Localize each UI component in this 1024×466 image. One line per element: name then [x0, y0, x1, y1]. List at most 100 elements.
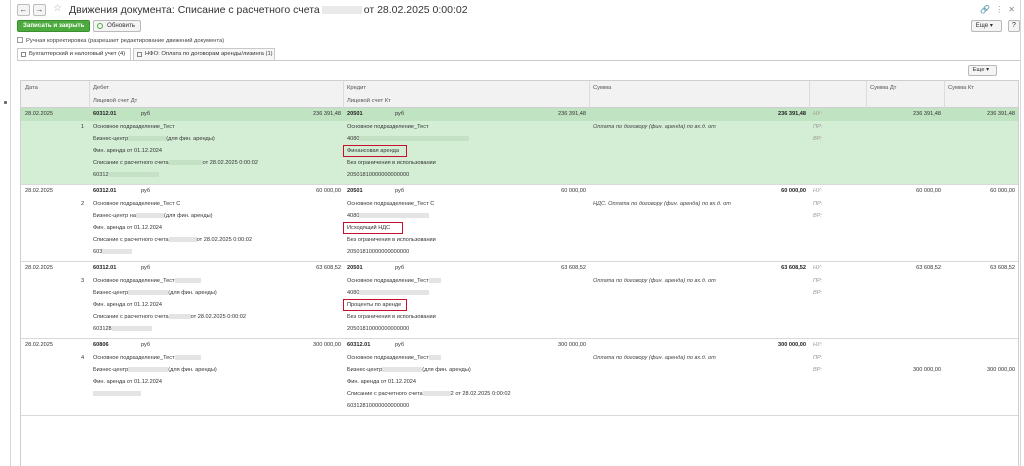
cell-debit-subconto: Бизнес-центр (для фин. аренды) [93, 136, 215, 143]
cell-debit-subconto: Фин. аренда от 01.12.2024 [93, 225, 163, 231]
cell-sum: 236 391,48 [778, 111, 806, 117]
text: Бизнес-центр [93, 290, 129, 296]
tab-divider [17, 60, 1020, 61]
favorite-star-icon[interactable]: ☆ [53, 3, 62, 15]
text: Бизнес-центр на [93, 213, 136, 219]
cell-pr: ПР: [813, 124, 823, 130]
text: 603128 [93, 326, 112, 332]
more-button[interactable]: Еще ▾ [970, 20, 1002, 32]
refresh-button[interactable]: Обновить [93, 20, 142, 32]
table-header: Дата Дебет Лицевой счет Дт Кредит Лицево… [21, 81, 1018, 108]
text: Основное подразделение_Тест [347, 278, 429, 284]
cell-credit-subconto: 20501810000000000000 [347, 326, 410, 332]
cell-credit-amount: 236 391,48 [558, 111, 586, 117]
cell-debit-currency: руб [141, 265, 151, 271]
cell-line-number: 2 [81, 201, 85, 207]
tab-nfo-lease[interactable]: НФО: Оплата по договорам аренды/лизинга … [133, 48, 275, 60]
col-debit-sub[interactable]: Лицевой счет Дт [93, 98, 137, 104]
cell-debit-currency: руб [141, 188, 151, 194]
text: 60312 [93, 172, 109, 178]
cell-date: 28.02.2025 [25, 188, 53, 194]
cell-vr: ВР: [813, 136, 822, 142]
text: Списание с расчетного счета [347, 391, 423, 397]
table-row[interactable]: 28.02.2025 60312.01 руб 60 000,00 20501 … [21, 185, 1018, 262]
window-actions: 🔗⋮✕ [980, 4, 1020, 16]
text: Списание с расчетного счета [93, 160, 169, 166]
close-icon[interactable]: ✕ [1008, 5, 1020, 14]
col-sum-dt[interactable]: Сумма Дт [870, 85, 896, 91]
toolbar: Записать и закрыть Обновить Еще ▾ ? [17, 20, 1020, 34]
table-row[interactable]: 28.02.2025 60312.01 руб 236 391,48 20501… [21, 108, 1018, 185]
table-row[interactable]: 28.02.2025 60806 руб 300 000,00 60312.01… [21, 339, 1018, 416]
register-icon [137, 52, 142, 57]
cell-debit-subconto: Фин. аренда от 01.12.2024 [93, 302, 163, 308]
col-sum-kt[interactable]: Сумма Кт [948, 85, 974, 91]
tab-label: НФО: Оплата по договорам аренды/лизинга … [145, 51, 273, 57]
cell-credit-currency: руб [395, 342, 405, 348]
highlight-box [343, 222, 403, 234]
cell-vr: ВР: [813, 367, 822, 373]
tab-label: Бухгалтерский и налоговый учет (4) [29, 51, 126, 57]
text: 4080 [347, 290, 360, 296]
cell-debit-subconto: Бизнес-центр (для фин. аренды) [93, 367, 217, 374]
cell-date: 28.02.2025 [25, 265, 53, 271]
cell-credit-subconto: Основное подразделение_Тест [347, 355, 441, 362]
cell-debit-amount: 63 608,52 [316, 265, 341, 271]
table-more-button[interactable]: Еще ▾ [967, 65, 997, 76]
cell-sum: 60 000,00 [781, 188, 806, 194]
cell-credit-subconto: Основное подразделение_Тест [347, 124, 429, 130]
cell-credit-subconto: Без ограничения в использовании [347, 314, 436, 320]
cell-credit-subconto: 4080 [347, 213, 430, 220]
help-button[interactable]: ? [1008, 20, 1020, 32]
text: Бизнес-центр [93, 367, 129, 373]
manual-edit-checkbox[interactable] [17, 37, 23, 44]
postings-table: Дата Дебет Лицевой счет Дт Кредит Лицево… [20, 80, 1019, 466]
link-icon[interactable]: 🔗 [980, 5, 995, 14]
more-vertical-icon[interactable]: ⋮ [995, 5, 1008, 14]
cell-date: 28.02.2025 [25, 111, 53, 117]
cell-pr: ПР: [813, 355, 823, 361]
cell-debit-account: 60312.01 [93, 265, 117, 271]
text: (для фин. аренды) [166, 136, 215, 142]
panel-handle-icon[interactable] [4, 101, 7, 104]
cell-sum: 63 608,52 [781, 265, 806, 271]
col-sum[interactable]: Сумма [593, 85, 611, 91]
highlight-box [343, 145, 407, 157]
col-credit[interactable]: Кредит [347, 85, 366, 91]
cell-vr: ВР: [813, 213, 822, 219]
cell-debit-currency: руб [141, 342, 151, 348]
table-row[interactable]: 28.02.2025 60312.01 руб 63 608,52 20501 … [21, 262, 1018, 339]
cell-debit-account: 60312.01 [93, 111, 117, 117]
cell-credit-subconto: 4080 [347, 290, 430, 297]
cell-sum-kt: 300 000,00 [987, 367, 1015, 373]
highlight-box [343, 299, 407, 311]
cell-nu: НУ: [813, 265, 823, 271]
cell-pr: ПР: [813, 201, 823, 207]
cell-line-number: 3 [81, 278, 85, 284]
cell-debit-subconto: Списание с расчетного счета от 28.02.2025… [93, 314, 246, 321]
cell-date: 28.02.2025 [25, 342, 53, 348]
cell-content: Оплата по договору (фин. аренда) по вх.д… [593, 355, 716, 361]
text: (для фин. аренды) [422, 367, 471, 373]
cell-nu: НУ: [813, 188, 823, 194]
manual-edit-label: Ручная корректировка (разрешает редактир… [26, 38, 225, 44]
cell-credit-subconto: Списание с расчетного счета 2 от 28.02.20… [347, 391, 511, 398]
cell-credit-currency: руб [395, 111, 405, 117]
back-button[interactable]: ← [17, 4, 30, 16]
cell-credit-subconto: 20501810000000000000 [347, 172, 410, 178]
cell-nu: НУ: [813, 342, 823, 348]
cell-sum-dt: 63 608,52 [916, 265, 941, 271]
cell-credit-amount: 63 608,52 [561, 265, 586, 271]
col-debit[interactable]: Дебет [93, 85, 109, 91]
forward-button[interactable]: → [33, 4, 46, 16]
cell-credit-subconto: Без ограничения в использовании [347, 237, 436, 243]
col-date[interactable]: Дата [25, 85, 38, 91]
register-icon [21, 52, 26, 57]
cell-debit-subconto: Основное подразделение_Тест [93, 124, 175, 130]
scrollbar[interactable] [1020, 0, 1024, 466]
col-credit-sub[interactable]: Лицевой счет Кт [347, 98, 391, 104]
cell-credit-subconto: Основное подразделение_Тест С [347, 201, 435, 207]
save-and-close-button[interactable]: Записать и закрыть [17, 20, 91, 32]
redacted-number [321, 6, 362, 15]
text: (для фин. аренды) [164, 213, 213, 219]
